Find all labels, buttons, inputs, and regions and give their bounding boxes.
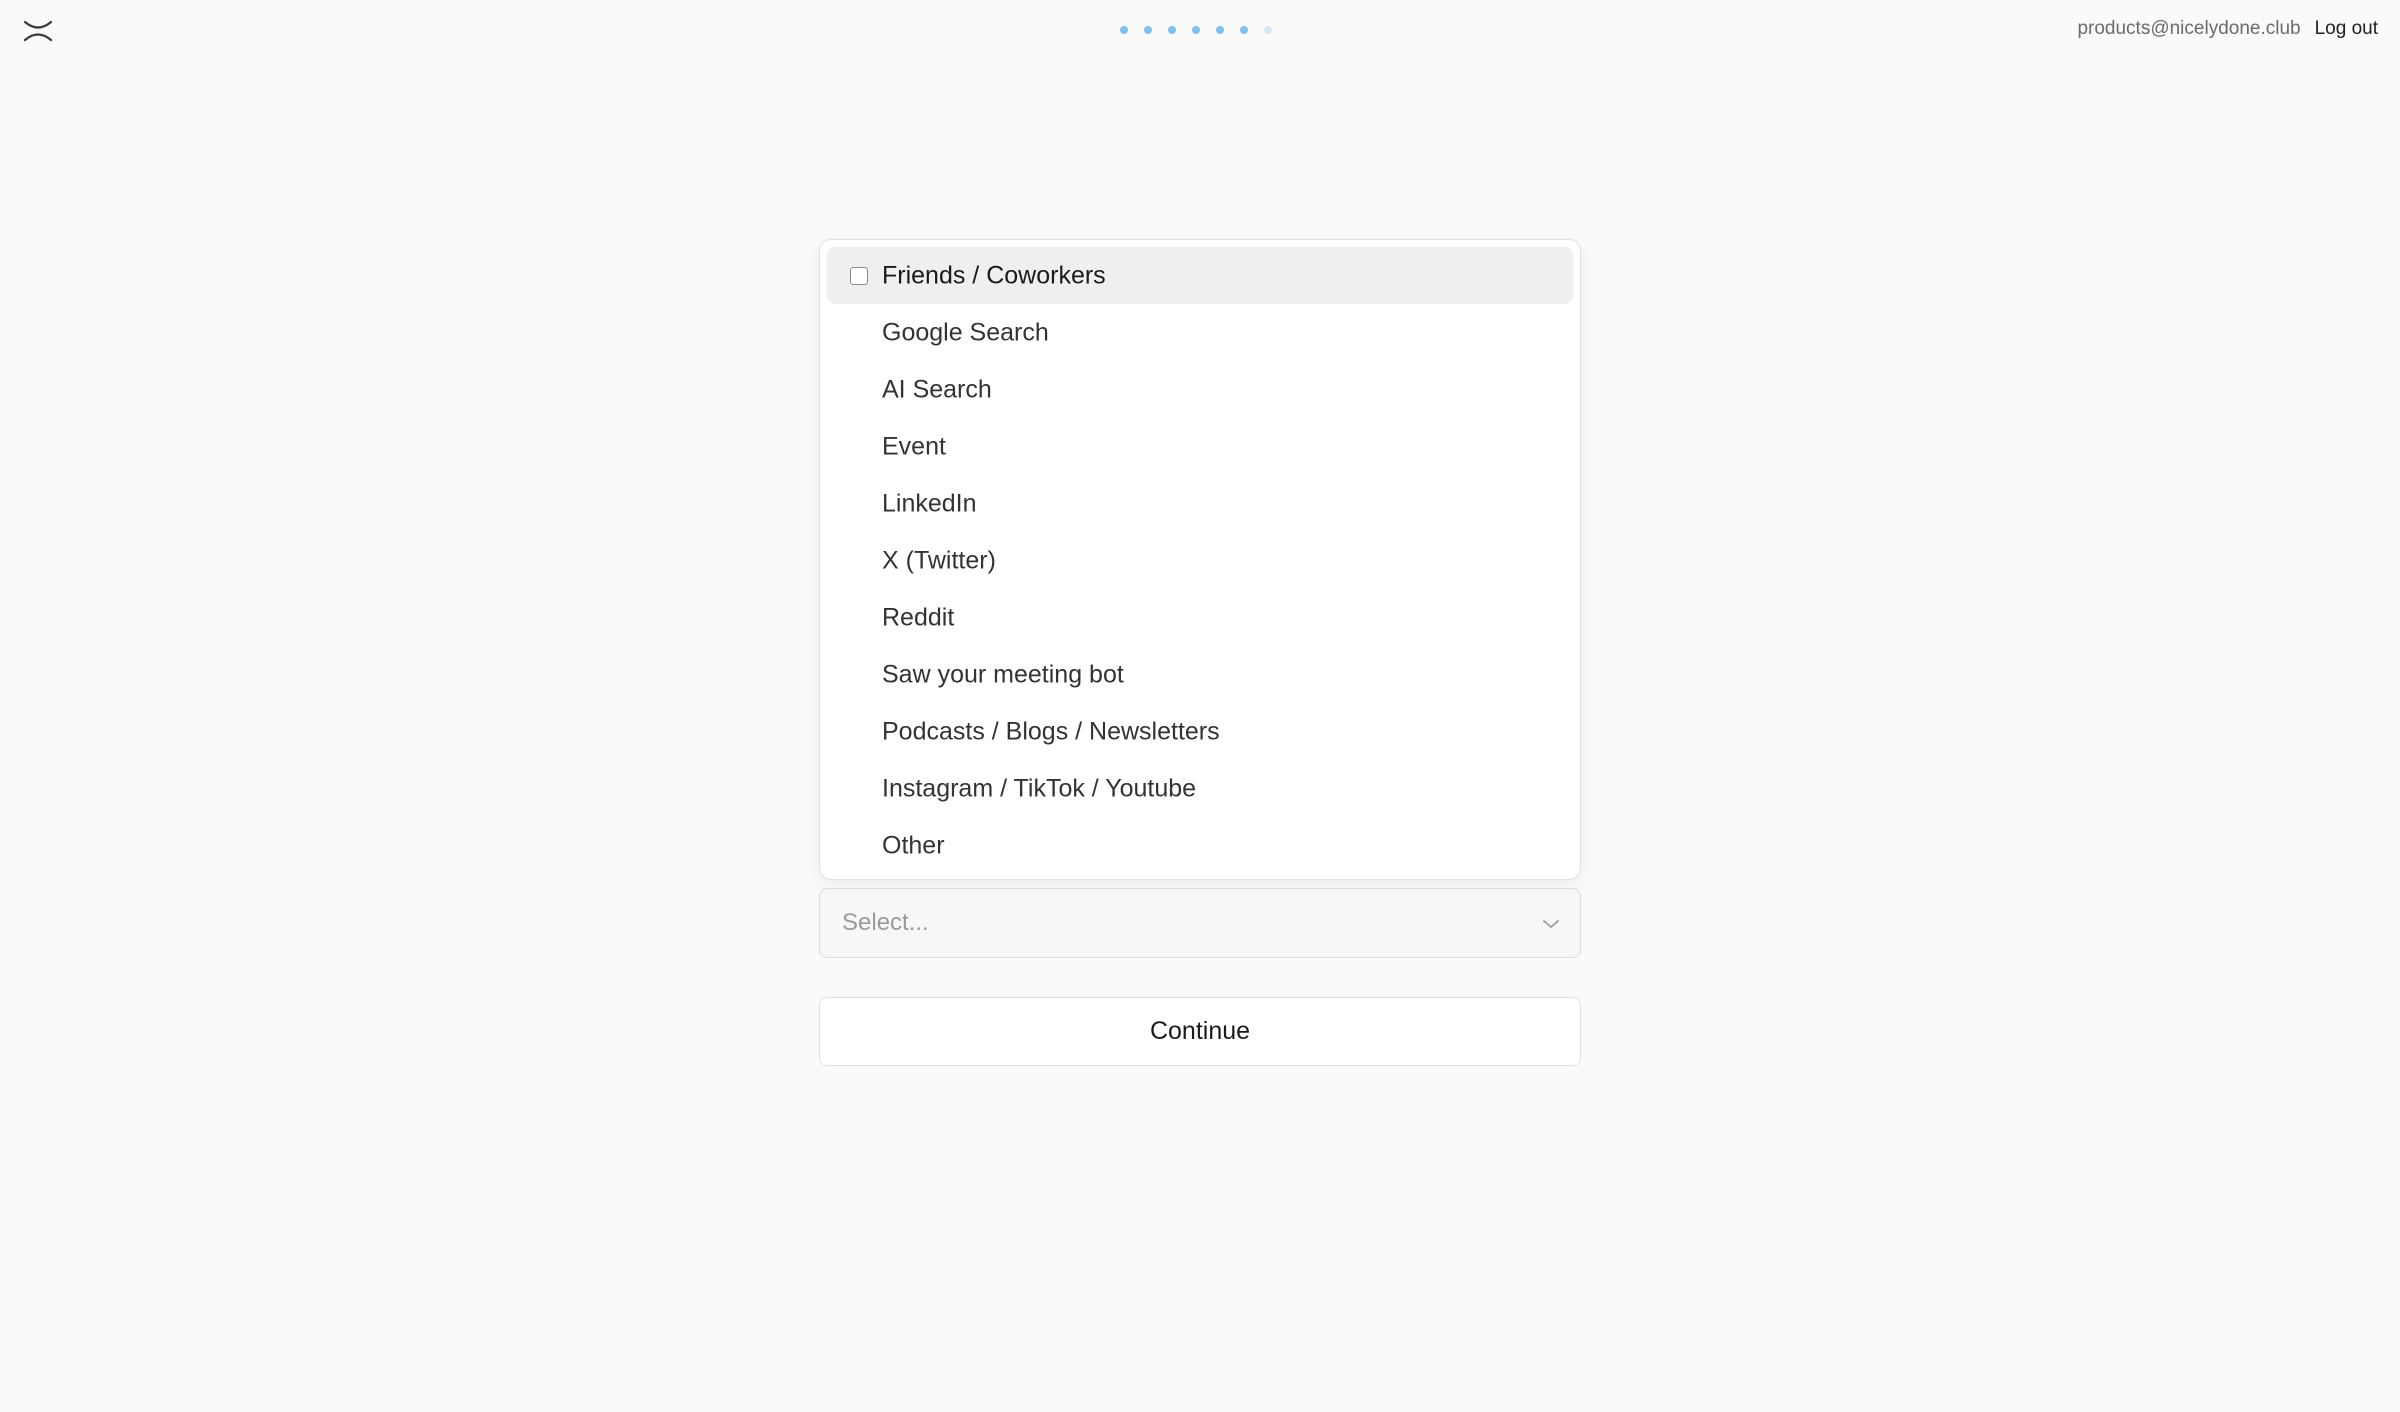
option-linkedin[interactable]: LinkedIn <box>827 475 1573 532</box>
option-event[interactable]: Event <box>827 418 1573 475</box>
option-instagram-tiktok-youtube[interactable]: Instagram / TikTok / Youtube <box>827 760 1573 817</box>
progress-dot <box>1144 26 1152 34</box>
referral-source-listbox: Friends / Coworkers Google Search AI Sea… <box>819 239 1581 880</box>
option-other[interactable]: Other <box>827 817 1573 874</box>
progress-dot <box>1240 26 1248 34</box>
chevron-down-icon <box>1542 917 1560 929</box>
option-reddit[interactable]: Reddit <box>827 589 1573 646</box>
option-meeting-bot[interactable]: Saw your meeting bot <box>827 646 1573 703</box>
user-email: products@nicelydone.club <box>2077 18 2301 39</box>
option-friends-coworkers[interactable]: Friends / Coworkers <box>827 247 1573 304</box>
option-label: Instagram / TikTok / Youtube <box>882 774 1197 802</box>
close-x-logo-icon[interactable] <box>22 18 54 44</box>
option-label: Event <box>882 432 946 460</box>
option-label: Saw your meeting bot <box>882 660 1124 688</box>
option-label: AI Search <box>882 375 992 403</box>
progress-dot <box>1120 26 1128 34</box>
select-placeholder: Select... <box>842 909 929 936</box>
step-progress-indicator <box>1120 26 1288 34</box>
progress-dot <box>1264 26 1272 34</box>
option-label: Reddit <box>882 603 955 631</box>
option-label: X (Twitter) <box>882 546 996 574</box>
option-label: LinkedIn <box>882 489 977 517</box>
option-podcasts-blogs-newsletters[interactable]: Podcasts / Blogs / Newsletters <box>827 703 1573 760</box>
progress-dot <box>1216 26 1224 34</box>
option-label: Friends / Coworkers <box>882 261 1106 289</box>
progress-dot <box>1192 26 1200 34</box>
continue-button[interactable]: Continue <box>819 997 1581 1066</box>
progress-dot <box>1168 26 1176 34</box>
account-area: products@nicelydone.club Log out <box>2077 18 2378 40</box>
logout-link[interactable]: Log out <box>2315 18 2378 40</box>
option-ai-search[interactable]: AI Search <box>827 361 1573 418</box>
option-x-twitter[interactable]: X (Twitter) <box>827 532 1573 589</box>
referral-source-select[interactable]: Select... <box>819 888 1581 958</box>
option-google-search[interactable]: Google Search <box>827 304 1573 361</box>
option-label: Google Search <box>882 318 1049 346</box>
option-label: Other <box>882 831 945 859</box>
option-checkbox[interactable] <box>850 266 868 285</box>
option-label: Podcasts / Blogs / Newsletters <box>882 717 1220 745</box>
